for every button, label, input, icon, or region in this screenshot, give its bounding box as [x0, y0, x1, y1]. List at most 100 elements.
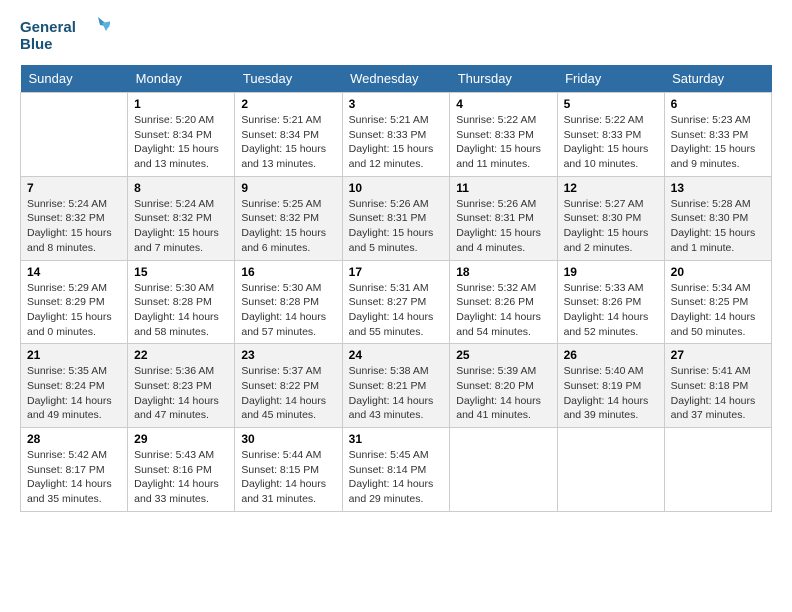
- day-info: Sunrise: 5:43 AM Sunset: 8:16 PM Dayligh…: [134, 448, 228, 507]
- day-number: 24: [349, 348, 444, 362]
- day-number: 2: [241, 97, 335, 111]
- calendar-cell: 27 Sunrise: 5:41 AM Sunset: 8:18 PM Dayli…: [664, 344, 771, 428]
- calendar-cell: 28 Sunrise: 5:42 AM Sunset: 8:17 PM Dayli…: [21, 428, 128, 512]
- column-header-tuesday: Tuesday: [235, 65, 342, 93]
- column-header-sunday: Sunday: [21, 65, 128, 93]
- page-header: General Blue: [20, 15, 772, 55]
- day-number: 8: [134, 181, 228, 195]
- day-number: 27: [671, 348, 765, 362]
- day-info: Sunrise: 5:44 AM Sunset: 8:15 PM Dayligh…: [241, 448, 335, 507]
- calendar-cell: [21, 93, 128, 177]
- day-number: 14: [27, 265, 121, 279]
- logo: General Blue: [20, 15, 110, 55]
- calendar-cell: 20Sunrise: 5:34 AM Sunset: 8:25 PM Dayli…: [664, 260, 771, 344]
- day-number: 18: [456, 265, 550, 279]
- day-info: Sunrise: 5:20 AM Sunset: 8:34 PM Dayligh…: [134, 113, 228, 172]
- day-info: Sunrise: 5:35 AM Sunset: 8:24 PM Dayligh…: [27, 364, 121, 423]
- calendar-cell: 19 Sunrise: 5:33 AM Sunset: 8:26 PM Dayli…: [557, 260, 664, 344]
- calendar-cell: 17 Sunrise: 5:31 AM Sunset: 8:27 PM Dayli…: [342, 260, 450, 344]
- calendar-cell: 16 Sunrise: 5:30 AM Sunset: 8:28 PM Dayli…: [235, 260, 342, 344]
- day-info: Sunrise: 5:40 AM Sunset: 8:19 PM Dayligh…: [564, 364, 658, 423]
- calendar-cell: 10 Sunrise: 5:26 AM Sunset: 8:31 PM Dayli…: [342, 176, 450, 260]
- day-info: Sunrise: 5:42 AM Sunset: 8:17 PM Dayligh…: [27, 448, 121, 507]
- calendar-cell: 23 Sunrise: 5:37 AM Sunset: 8:22 PM Dayli…: [235, 344, 342, 428]
- calendar-cell: 7 Sunrise: 5:24 AM Sunset: 8:32 PM Daylig…: [21, 176, 128, 260]
- svg-text:Blue: Blue: [20, 36, 53, 53]
- logo-icon: General Blue: [20, 15, 110, 55]
- calendar-cell: 2 Sunrise: 5:21 AM Sunset: 8:34 PM Daylig…: [235, 93, 342, 177]
- day-info: Sunrise: 5:32 AM Sunset: 8:26 PM Dayligh…: [456, 281, 550, 340]
- day-info: Sunrise: 5:38 AM Sunset: 8:21 PM Dayligh…: [349, 364, 444, 423]
- column-header-wednesday: Wednesday: [342, 65, 450, 93]
- calendar-cell: 12Sunrise: 5:27 AM Sunset: 8:30 PM Dayli…: [557, 176, 664, 260]
- day-info: Sunrise: 5:30 AM Sunset: 8:28 PM Dayligh…: [241, 281, 335, 340]
- day-number: 25: [456, 348, 550, 362]
- day-number: 9: [241, 181, 335, 195]
- day-number: 7: [27, 181, 121, 195]
- day-number: 19: [564, 265, 658, 279]
- day-info: Sunrise: 5:22 AM Sunset: 8:33 PM Dayligh…: [564, 113, 658, 172]
- day-number: 30: [241, 432, 335, 446]
- calendar-cell: 21Sunrise: 5:35 AM Sunset: 8:24 PM Dayli…: [21, 344, 128, 428]
- calendar-cell: 4Sunrise: 5:22 AM Sunset: 8:33 PM Daylig…: [450, 93, 557, 177]
- day-number: 5: [564, 97, 658, 111]
- day-info: Sunrise: 5:24 AM Sunset: 8:32 PM Dayligh…: [134, 197, 228, 256]
- day-info: Sunrise: 5:26 AM Sunset: 8:31 PM Dayligh…: [456, 197, 550, 256]
- day-info: Sunrise: 5:31 AM Sunset: 8:27 PM Dayligh…: [349, 281, 444, 340]
- calendar-cell: [450, 428, 557, 512]
- day-info: Sunrise: 5:29 AM Sunset: 8:29 PM Dayligh…: [27, 281, 121, 340]
- day-number: 11: [456, 181, 550, 195]
- calendar-week-row: 7 Sunrise: 5:24 AM Sunset: 8:32 PM Daylig…: [21, 176, 772, 260]
- day-number: 4: [456, 97, 550, 111]
- calendar-cell: 8 Sunrise: 5:24 AM Sunset: 8:32 PM Daylig…: [128, 176, 235, 260]
- day-info: Sunrise: 5:25 AM Sunset: 8:32 PM Dayligh…: [241, 197, 335, 256]
- day-info: Sunrise: 5:33 AM Sunset: 8:26 PM Dayligh…: [564, 281, 658, 340]
- calendar-cell: 6 Sunrise: 5:23 AM Sunset: 8:33 PM Daylig…: [664, 93, 771, 177]
- calendar-cell: 1 Sunrise: 5:20 AM Sunset: 8:34 PM Daylig…: [128, 93, 235, 177]
- calendar-cell: 14 Sunrise: 5:29 AM Sunset: 8:29 PM Dayli…: [21, 260, 128, 344]
- calendar-cell: 3 Sunrise: 5:21 AM Sunset: 8:33 PM Daylig…: [342, 93, 450, 177]
- day-number: 10: [349, 181, 444, 195]
- calendar-cell: 29Sunrise: 5:43 AM Sunset: 8:16 PM Dayli…: [128, 428, 235, 512]
- day-number: 22: [134, 348, 228, 362]
- calendar-week-row: 21Sunrise: 5:35 AM Sunset: 8:24 PM Dayli…: [21, 344, 772, 428]
- day-number: 20: [671, 265, 765, 279]
- day-info: Sunrise: 5:41 AM Sunset: 8:18 PM Dayligh…: [671, 364, 765, 423]
- day-number: 3: [349, 97, 444, 111]
- calendar-cell: 26Sunrise: 5:40 AM Sunset: 8:19 PM Dayli…: [557, 344, 664, 428]
- day-number: 6: [671, 97, 765, 111]
- day-info: Sunrise: 5:24 AM Sunset: 8:32 PM Dayligh…: [27, 197, 121, 256]
- day-info: Sunrise: 5:28 AM Sunset: 8:30 PM Dayligh…: [671, 197, 765, 256]
- day-info: Sunrise: 5:21 AM Sunset: 8:34 PM Dayligh…: [241, 113, 335, 172]
- day-number: 15: [134, 265, 228, 279]
- column-header-thursday: Thursday: [450, 65, 557, 93]
- calendar-cell: 13 Sunrise: 5:28 AM Sunset: 8:30 PM Dayli…: [664, 176, 771, 260]
- day-info: Sunrise: 5:27 AM Sunset: 8:30 PM Dayligh…: [564, 197, 658, 256]
- calendar-cell: 31Sunrise: 5:45 AM Sunset: 8:14 PM Dayli…: [342, 428, 450, 512]
- day-number: 28: [27, 432, 121, 446]
- column-header-friday: Friday: [557, 65, 664, 93]
- day-info: Sunrise: 5:30 AM Sunset: 8:28 PM Dayligh…: [134, 281, 228, 340]
- calendar-cell: 9 Sunrise: 5:25 AM Sunset: 8:32 PM Daylig…: [235, 176, 342, 260]
- calendar-header-row: SundayMondayTuesdayWednesdayThursdayFrid…: [21, 65, 772, 93]
- calendar-cell: 30 Sunrise: 5:44 AM Sunset: 8:15 PM Dayli…: [235, 428, 342, 512]
- column-header-monday: Monday: [128, 65, 235, 93]
- calendar-cell: 22 Sunrise: 5:36 AM Sunset: 8:23 PM Dayli…: [128, 344, 235, 428]
- svg-text:General: General: [20, 19, 76, 36]
- day-info: Sunrise: 5:21 AM Sunset: 8:33 PM Dayligh…: [349, 113, 444, 172]
- day-number: 13: [671, 181, 765, 195]
- day-info: Sunrise: 5:23 AM Sunset: 8:33 PM Dayligh…: [671, 113, 765, 172]
- day-number: 17: [349, 265, 444, 279]
- day-number: 1: [134, 97, 228, 111]
- calendar-cell: 15 Sunrise: 5:30 AM Sunset: 8:28 PM Dayli…: [128, 260, 235, 344]
- column-header-saturday: Saturday: [664, 65, 771, 93]
- day-number: 23: [241, 348, 335, 362]
- day-info: Sunrise: 5:36 AM Sunset: 8:23 PM Dayligh…: [134, 364, 228, 423]
- calendar-cell: 25Sunrise: 5:39 AM Sunset: 8:20 PM Dayli…: [450, 344, 557, 428]
- day-number: 16: [241, 265, 335, 279]
- day-number: 31: [349, 432, 444, 446]
- calendar-week-row: 28 Sunrise: 5:42 AM Sunset: 8:17 PM Dayli…: [21, 428, 772, 512]
- day-info: Sunrise: 5:26 AM Sunset: 8:31 PM Dayligh…: [349, 197, 444, 256]
- calendar-cell: 24 Sunrise: 5:38 AM Sunset: 8:21 PM Dayli…: [342, 344, 450, 428]
- day-info: Sunrise: 5:37 AM Sunset: 8:22 PM Dayligh…: [241, 364, 335, 423]
